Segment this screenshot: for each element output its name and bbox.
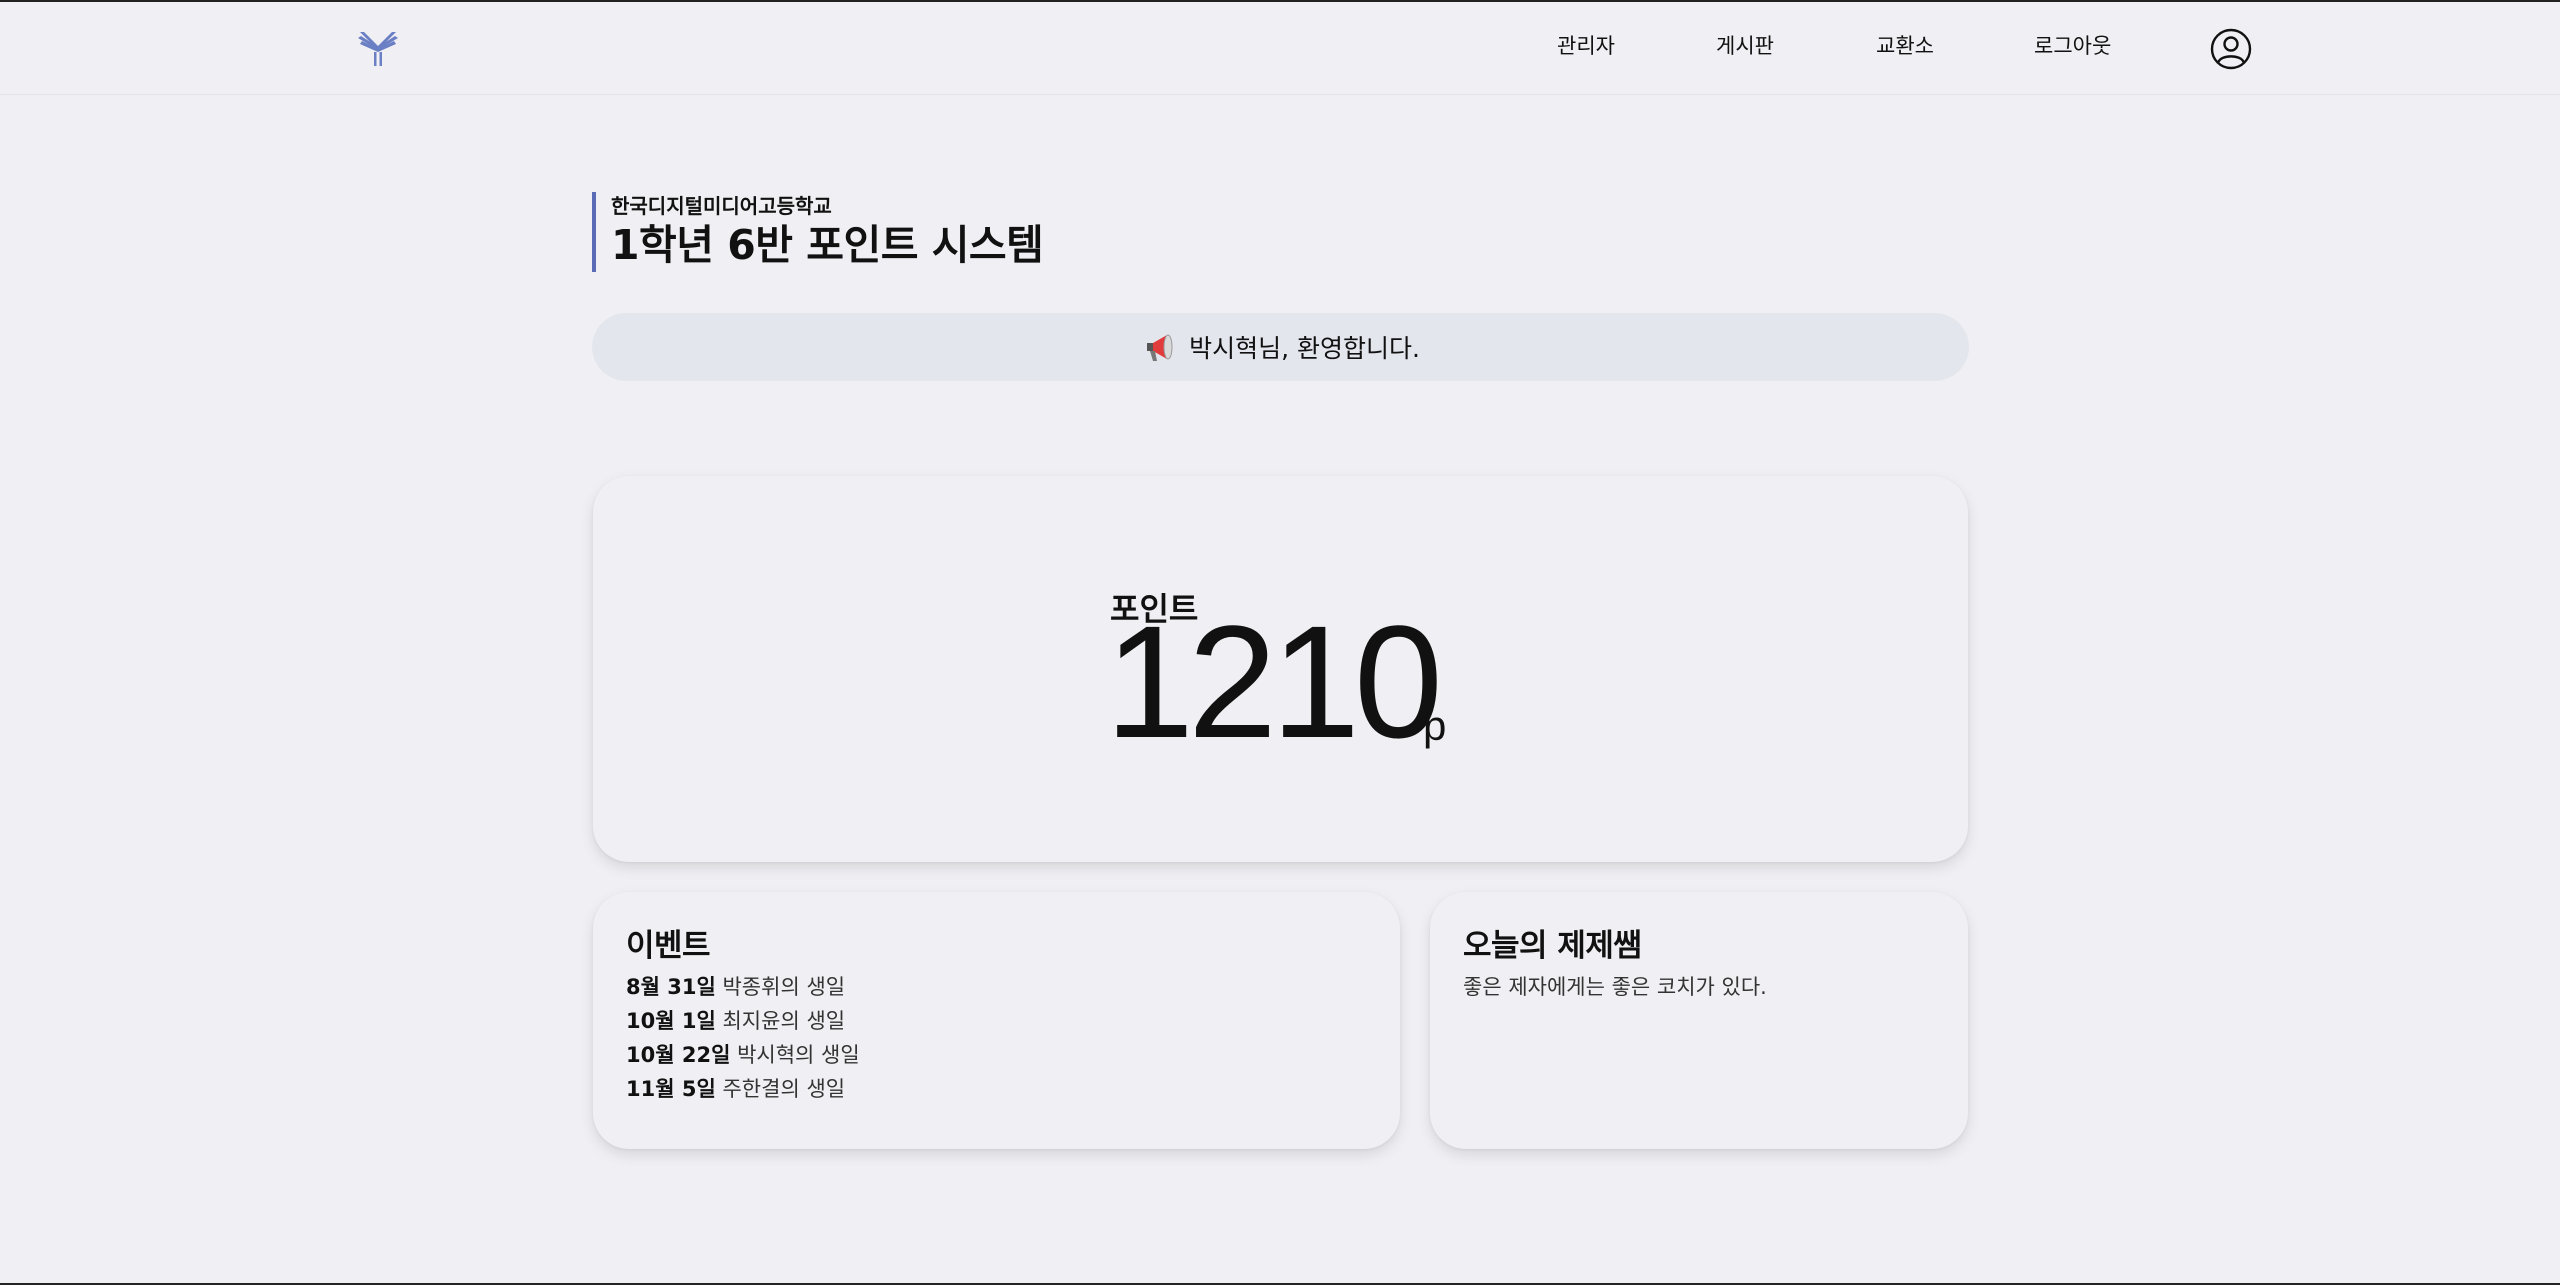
- event-date: 8월 31일: [626, 975, 716, 999]
- nav-admin-link[interactable]: 관리자: [1557, 30, 1615, 60]
- quote-card: 오늘의 제제쌤 좋은 제자에게는 좋은 코치가 있다.: [1430, 892, 1968, 1149]
- list-item: 10월 1일 최지윤의 생일: [626, 1004, 1400, 1038]
- school-name: 한국디지털미디어고등학교: [611, 194, 832, 218]
- page-title-block: 한국디지털미디어고등학교 1학년 6반 포인트 시스템: [592, 192, 1044, 272]
- event-date: 10월 1일: [626, 1009, 716, 1033]
- event-date: 11월 5일: [626, 1077, 716, 1101]
- welcome-banner: 박시혁님, 환영합니다.: [592, 313, 1969, 381]
- welcome-message: 박시혁님, 환영합니다.: [1189, 334, 1420, 363]
- list-item: 11월 5일 주한결의 생일: [626, 1072, 1400, 1106]
- event-desc: 최지윤의 생일: [722, 1009, 846, 1033]
- points-value: 1210: [1105, 592, 1443, 771]
- points-card: 포인트 1210 p: [593, 476, 1968, 862]
- events-title: 이벤트: [626, 928, 711, 964]
- list-item: 8월 31일 박종휘의 생일: [626, 970, 1400, 1004]
- quote-title: 오늘의 제제쌤: [1463, 928, 1642, 964]
- page-title: 1학년 6반 포인트 시스템: [611, 221, 1044, 269]
- quote-text: 좋은 제자에게는 좋은 코치가 있다.: [1463, 975, 1767, 999]
- event-desc: 박시혁의 생일: [737, 1043, 860, 1067]
- nav-board-link[interactable]: 게시판: [1716, 30, 1774, 60]
- nav-exchange-link[interactable]: 교환소: [1876, 30, 1934, 60]
- event-date: 10월 22일: [626, 1043, 731, 1067]
- top-navbar: 관리자 게시판 교환소 로그아웃: [0, 2, 2560, 95]
- points-unit: p: [1423, 702, 1447, 749]
- list-item: 10월 22일 박시혁의 생일: [626, 1038, 1400, 1072]
- user-profile-icon[interactable]: [2210, 28, 2252, 70]
- event-desc: 박종휘의 생일: [722, 975, 846, 999]
- event-desc: 주한결의 생일: [722, 1077, 846, 1101]
- school-logo-icon[interactable]: [356, 28, 400, 68]
- nav-logout-link[interactable]: 로그아웃: [2034, 30, 2111, 60]
- events-card: 이벤트 8월 31일 박종휘의 생일 10월 1일 최지윤의 생일 10월 22…: [593, 892, 1400, 1149]
- megaphone-icon: [1141, 327, 1181, 367]
